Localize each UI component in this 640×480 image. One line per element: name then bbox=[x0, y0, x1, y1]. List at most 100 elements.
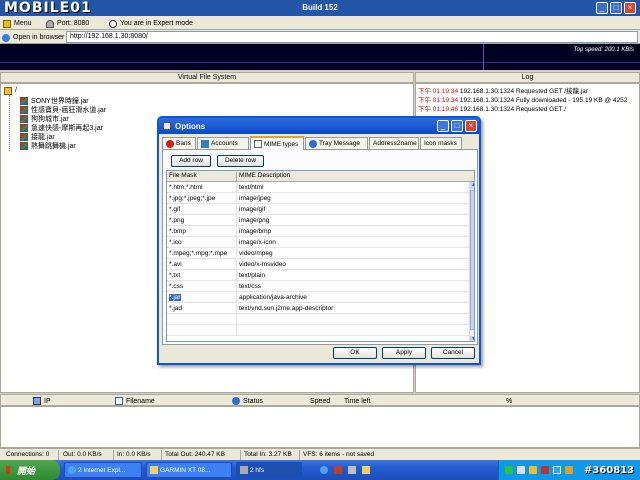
tab-bans[interactable]: Bans bbox=[162, 137, 196, 149]
file-mask-cell[interactable]: *.bmp bbox=[169, 228, 233, 235]
tray-app-icon[interactable] bbox=[517, 466, 525, 474]
tray-volume-icon[interactable] bbox=[553, 466, 561, 474]
close-button[interactable]: × bbox=[624, 2, 636, 14]
mime-description-cell[interactable]: video/mpeg bbox=[239, 250, 273, 257]
dialog-maximize-button[interactable]: □ bbox=[451, 120, 463, 132]
task-internet-explorer[interactable]: 2 Internet Expl... bbox=[64, 462, 142, 478]
column-percent[interactable]: % bbox=[506, 396, 512, 406]
cell-separator bbox=[236, 270, 237, 281]
open-in-browser-button[interactable]: Open in browser bbox=[2, 32, 64, 43]
apply-button[interactable]: Apply bbox=[382, 347, 426, 359]
mime-description-cell[interactable]: image/gif bbox=[239, 206, 265, 213]
file-mask-cell[interactable]: *.jad bbox=[169, 305, 233, 312]
task-label: 2 Internet Expl... bbox=[78, 466, 126, 474]
file-mask-cell[interactable]: *.ico bbox=[169, 239, 233, 246]
task-hfs[interactable]: 2 hfs bbox=[236, 462, 302, 478]
start-button[interactable]: 開始 bbox=[0, 460, 60, 480]
tray-alert-icon[interactable] bbox=[541, 466, 549, 474]
column-filename[interactable]: Filename bbox=[115, 396, 155, 406]
empty-table-row[interactable] bbox=[167, 325, 469, 336]
mime-description-cell[interactable]: text/html bbox=[239, 184, 264, 191]
ok-button[interactable]: OK bbox=[333, 347, 377, 359]
mode-button[interactable]: You are in Expert mode bbox=[109, 18, 193, 29]
status-separator bbox=[299, 450, 300, 460]
file-mask-cell[interactable]: *.htm;*.html bbox=[169, 184, 233, 191]
delete-row-button[interactable]: Delete row bbox=[217, 155, 264, 167]
column-speed[interactable]: Speed bbox=[310, 396, 330, 406]
empty-table-row[interactable] bbox=[167, 314, 469, 325]
table-row[interactable]: *.avi video/x-msvideo bbox=[167, 259, 469, 270]
table-row[interactable]: *.bmp image/bmp bbox=[167, 226, 469, 237]
column-time-left[interactable]: Time left bbox=[344, 396, 371, 406]
mime-description-cell[interactable]: text/plain bbox=[239, 272, 265, 279]
tab-address2name[interactable]: Address2name bbox=[369, 137, 419, 149]
mime-description-cell[interactable]: text/vnd.sun.j2me.app-descriptor bbox=[239, 305, 333, 312]
jar-file-icon bbox=[20, 96, 28, 105]
header-mime-description[interactable]: MIME Description bbox=[239, 172, 290, 181]
vertical-scrollbar[interactable]: ▲ ▼ bbox=[469, 182, 474, 341]
cancel-button[interactable]: Cancel bbox=[431, 347, 475, 359]
quicklaunch-app-icon[interactable] bbox=[348, 466, 356, 474]
table-row[interactable]: *.mpeg;*.mpg;*.mpe video/mpeg bbox=[167, 248, 469, 259]
mime-description-cell[interactable]: image/png bbox=[239, 217, 269, 224]
tray-network-icon[interactable] bbox=[505, 466, 513, 474]
add-row-button[interactable]: Add row bbox=[171, 155, 211, 167]
tab-icon-masks[interactable]: Icon masks bbox=[420, 137, 462, 149]
table-row[interactable]: *.gif image/gif bbox=[167, 204, 469, 215]
menu-label: Menu bbox=[14, 20, 32, 27]
menu-button[interactable]: Menu bbox=[3, 18, 32, 29]
file-mask-cell[interactable]: *.jar bbox=[169, 294, 233, 301]
table-row[interactable]: *.jar application/java-archive bbox=[167, 292, 469, 303]
tab-tray-message[interactable]: Tray Message bbox=[305, 137, 368, 149]
file-mask-cell[interactable]: *.avi bbox=[169, 261, 233, 268]
table-row[interactable]: *.txt text/plain bbox=[167, 270, 469, 281]
table-row[interactable]: *.css text/css bbox=[167, 281, 469, 292]
table-row[interactable]: *.png image/png bbox=[167, 215, 469, 226]
scroll-up-arrow-icon[interactable]: ▲ bbox=[470, 182, 474, 189]
scroll-down-arrow-icon[interactable]: ▼ bbox=[470, 336, 474, 341]
tab-accounts[interactable]: Accounts bbox=[197, 137, 249, 149]
dialog-close-button[interactable]: × bbox=[465, 120, 477, 132]
cell-separator bbox=[236, 182, 237, 193]
vfs-root[interactable]: / bbox=[4, 86, 17, 95]
file-mask-cell[interactable]: *.mpeg;*.mpg;*.mpe bbox=[169, 250, 233, 257]
url-field[interactable]: http://192.168.1.30:8080/ bbox=[66, 31, 638, 43]
quicklaunch-ie-icon[interactable] bbox=[320, 466, 328, 474]
mime-description-cell[interactable]: video/x-msvideo bbox=[239, 261, 286, 268]
mime-description-cell[interactable]: text/css bbox=[239, 283, 261, 290]
tray-shield-icon[interactable] bbox=[529, 466, 537, 474]
document-icon bbox=[254, 140, 262, 148]
table-row[interactable]: *.jad text/vnd.sun.j2me.app-descriptor bbox=[167, 303, 469, 314]
header-file-mask[interactable]: File Mask bbox=[169, 172, 197, 181]
column-status[interactable]: Status bbox=[232, 396, 263, 406]
column-ip[interactable]: IP bbox=[33, 396, 51, 406]
file-mask-cell[interactable]: *.png bbox=[169, 217, 233, 224]
file-mask-cell[interactable]: *.css bbox=[169, 283, 233, 290]
mime-description-cell[interactable]: application/java-archive bbox=[239, 294, 307, 301]
status-bar: Connections: 0 Out: 0.0 KB/s In: 0.0 KB/… bbox=[0, 448, 640, 460]
quicklaunch-folder-icon[interactable] bbox=[362, 466, 370, 474]
vfs-file[interactable]: 熱舞跳舞機.jar bbox=[20, 141, 76, 150]
mode-label: You are in Expert mode bbox=[120, 20, 193, 27]
task-garmin-folder[interactable]: GARMIN XT 08... bbox=[146, 462, 232, 478]
mime-description-cell[interactable]: image/jpeg bbox=[239, 195, 271, 202]
table-row[interactable]: *.ico image/x-icon bbox=[167, 237, 469, 248]
file-mask-value: *.png bbox=[169, 217, 185, 224]
table-row[interactable]: *.jpg;*.jpeg;*.jpe image/jpeg bbox=[167, 193, 469, 204]
tray-update-icon[interactable] bbox=[565, 466, 573, 474]
file-mask-cell[interactable]: *.txt bbox=[169, 272, 233, 279]
file-mask-cell[interactable]: *.gif bbox=[169, 206, 233, 213]
maximize-button[interactable]: □ bbox=[610, 2, 622, 14]
port-button[interactable]: Port: 8080 bbox=[46, 18, 89, 29]
dialog-minimize-button[interactable]: _ bbox=[437, 120, 449, 132]
table-row[interactable]: *.htm;*.html text/html bbox=[167, 182, 469, 193]
file-mask-value: *.mpeg;*.mpg;*.mpe bbox=[169, 250, 228, 257]
folder-icon bbox=[150, 466, 158, 474]
file-mask-cell[interactable]: *.jpg;*.jpeg;*.jpe bbox=[169, 195, 233, 202]
quicklaunch-media-icon[interactable] bbox=[334, 466, 342, 474]
mime-description-cell[interactable]: image/bmp bbox=[239, 228, 271, 235]
mime-description-cell[interactable]: image/x-icon bbox=[239, 239, 276, 246]
scroll-thumb[interactable] bbox=[470, 190, 474, 330]
minimize-button[interactable]: _ bbox=[596, 2, 608, 14]
tab-mime-types[interactable]: MIME types bbox=[250, 136, 304, 150]
